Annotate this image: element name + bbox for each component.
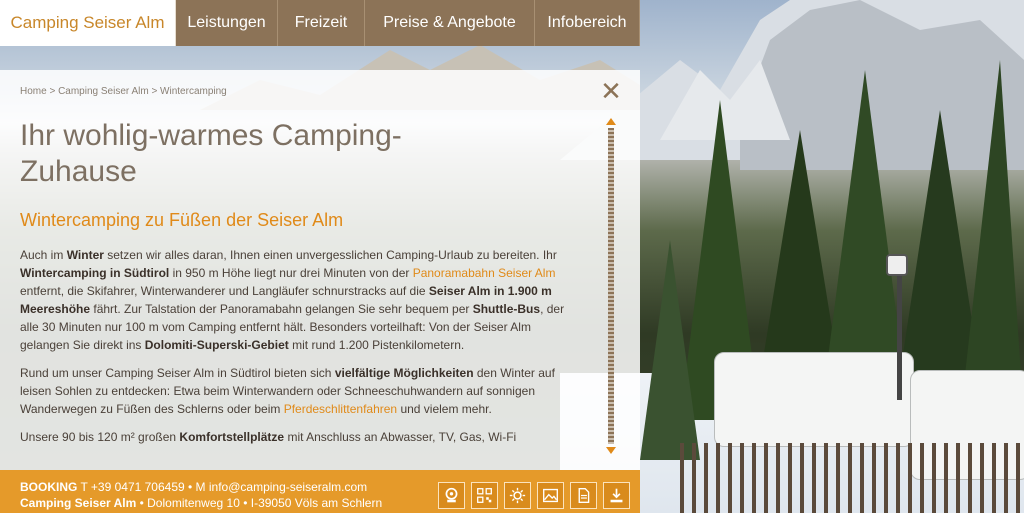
text: mit rund 1.200 Pistenkilometern. [288,338,465,352]
page-title: Ihr wohlig-warmes Camping-Zuhause [20,119,402,188]
footer-company-name: Camping Seiser Alm [20,496,137,510]
lamp-head [886,254,908,276]
download-icon[interactable] [603,482,630,509]
text: entfernt, die Skifahrer, Winterwanderer … [20,284,429,298]
footer-contact-line: BOOKING T +39 0471 706459 • M info@campi… [20,480,367,494]
text: setzen wir alles daran, Ihnen einen unve… [103,248,557,262]
page-subtitle: Wintercamping zu Füßen der Seiser Alm [20,210,344,230]
link-panoramabahn[interactable]: Panoramabahn Seiser Alm [413,266,556,280]
bold-text: vielfältige Möglichkeiten [334,366,474,380]
paragraph-3: Unsere 90 bis 120 m² großen Komfortstell… [20,428,570,446]
paragraph-2: Rund um unser Camping Seiser Alm in Südt… [20,364,570,418]
text: mit Anschluss an Abwasser, TV, Gas, Wi-F… [284,430,517,444]
fence-graphic [680,443,1024,513]
text: Unsere 90 bis 120 m² großen [20,430,180,444]
text: Auch im [20,248,67,262]
text: fährt. Zur Talstation der Panoramabahn g… [90,302,473,316]
content-panel: Home > Camping Seiser Alm > Wintercampin… [0,70,640,470]
gallery-icon[interactable] [537,482,564,509]
text: in 950 m Höhe liegt nur drei Minuten von… [169,266,413,280]
scroll-down-arrow-icon[interactable] [606,447,616,454]
caravan-graphic [714,352,914,447]
scrollbar[interactable] [606,118,616,454]
bold-text: Dolomiti-Superski-Gebiet [144,338,289,352]
bold-text: Komfortstellplätze [179,430,285,444]
bold-text: Winter [66,248,104,262]
scroll-up-arrow-icon[interactable] [606,118,616,125]
nav-item-preise-angebote[interactable]: Preise & Angebote [365,0,535,46]
paragraph-1: Auch im Winter setzen wir alles daran, I… [20,246,570,354]
text: und vielem mehr. [397,402,492,416]
footer-address: • Dolomitenweg 10 • I-39050 Völs am Schl… [139,496,383,510]
contact-text[interactable]: T +39 0471 706459 • M info@camping-seise… [80,480,367,494]
close-icon[interactable]: ✕ [600,78,622,104]
bold-text: Shuttle-Bus [472,302,541,316]
document-icon[interactable] [570,482,597,509]
qr-code-icon[interactable] [471,482,498,509]
link-pferdeschlittenfahren[interactable]: Pferdeschlittenfahren [284,402,397,416]
footer-icon-bar [438,482,630,509]
scroll-track[interactable] [608,128,614,444]
nav-item-leistungen[interactable]: Leistungen [176,0,278,46]
nav-brand-link[interactable]: Camping Seiser Alm [0,0,176,46]
breadcrumb[interactable]: Home > Camping Seiser Alm > Wintercampin… [20,86,227,97]
footer-bar: BOOKING T +39 0471 706459 • M info@campi… [0,470,640,513]
booking-label[interactable]: BOOKING [20,480,77,494]
lamp-post [897,270,902,400]
main-navigation: Camping Seiser Alm Leistungen Freizeit P… [0,0,640,46]
text: Rund um unser Camping Seiser Alm in Südt… [20,366,335,380]
footer-address-line: Camping Seiser Alm • Dolomitenweg 10 • I… [20,496,382,510]
article-body: Auch im Winter setzen wir alles daran, I… [20,246,570,456]
nav-item-infobereich[interactable]: Infobereich [535,0,640,46]
nav-item-freizeit[interactable]: Freizeit [278,0,365,46]
weather-icon[interactable] [504,482,531,509]
webcam-icon[interactable] [438,482,465,509]
bold-text: Wintercamping in Südtirol [20,266,170,280]
